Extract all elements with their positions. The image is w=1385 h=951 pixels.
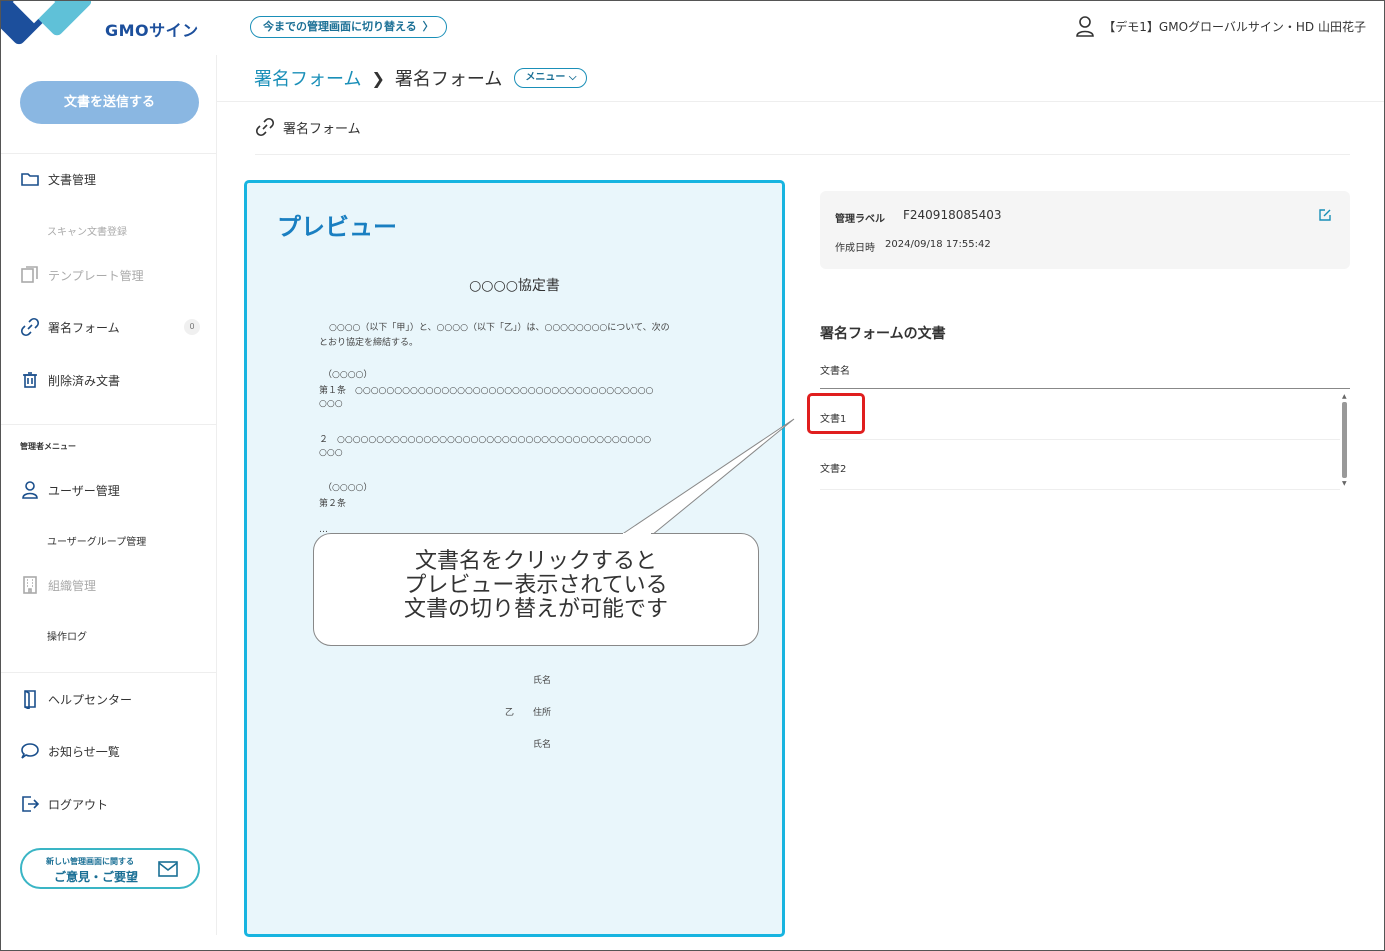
document-row[interactable]: 文書1: [820, 390, 1340, 440]
sidebar-divider: [1, 672, 217, 673]
chevron-right-icon: 〉: [422, 20, 434, 33]
callout-text-line: 文書の切り替えが可能です: [403, 597, 668, 622]
page-title-text: 署名フォーム: [283, 121, 361, 137]
user-name: 【デモ1】GMOグローバルサイン・HD 山田花子: [1103, 19, 1366, 34]
edit-icon[interactable]: [1318, 208, 1332, 222]
feedback-small-text: 新しい管理画面に関する: [46, 857, 134, 866]
document-line: （○○○○）: [323, 370, 373, 380]
sidebar-item-deleted-documents[interactable]: 削除済み文書: [20, 368, 200, 392]
breadcrumb-current: 署名フォーム: [394, 69, 503, 90]
document-line: ○○○: [319, 448, 343, 458]
sidebar-item-user-management[interactable]: ユーザー管理: [20, 478, 200, 502]
user-icon: [22, 481, 38, 499]
send-document-button[interactable]: 文書を送信する: [20, 81, 199, 124]
document-line: ○○○○（以下「甲」）と、○○○○（以下「乙」）は、○○○○○○○○について、次…: [329, 323, 670, 333]
sidebar-item-label: テンプレート管理: [48, 268, 144, 283]
sidebar-item-label: お知らせ一覧: [48, 744, 120, 759]
document-name-column-header: 文書名: [820, 366, 850, 377]
page-title: 署名フォーム: [255, 117, 361, 137]
sidebar-item-label: 削除済み文書: [48, 373, 121, 388]
user-menu[interactable]: 【デモ1】GMOグローバルサイン・HD 山田花子: [1075, 15, 1366, 37]
switch-legacy-ui-label: 今までの管理画面に切り替える: [263, 20, 417, 33]
document-row[interactable]: 文書2: [820, 440, 1340, 490]
sidebar-item-label: ヘルプセンター: [48, 692, 133, 707]
document-title: ○○○○協定書: [469, 278, 560, 294]
sidebar-item-scan-registration[interactable]: スキャン文書登録: [47, 223, 127, 238]
link-icon: [20, 317, 40, 337]
admin-menu-heading: 管理者メニュー: [20, 442, 76, 451]
management-label-title: 管理ラベル: [835, 214, 885, 225]
highlight-annotation: [807, 393, 865, 434]
document-line: ○○○: [319, 399, 343, 409]
sidebar-item-org-management[interactable]: 組織管理: [20, 573, 200, 597]
folder-icon: [21, 173, 39, 186]
breadcrumb-parent-link[interactable]: 署名フォーム: [254, 65, 361, 91]
trash-icon: [23, 372, 37, 388]
signature-name-label: 氏名: [533, 740, 552, 750]
breadcrumb: 署名フォーム ❯ 署名フォーム メニュー ⌵: [254, 65, 588, 91]
sidebar-item-label: 署名フォーム: [48, 320, 120, 335]
sidebar-item-notices[interactable]: お知らせ一覧: [20, 739, 200, 763]
switch-legacy-ui-button[interactable]: 今までの管理画面に切り替える〉: [250, 16, 447, 38]
document-line: 第１条 ○○○○○○○○○○○○○○○○○○○○○○○○○○○○○○○○○○○○…: [319, 386, 654, 396]
sidebar-item-label: ログアウト: [48, 797, 109, 812]
form-documents-heading: 署名フォームの文書: [820, 326, 946, 342]
sidebar-item-logout[interactable]: ログアウト: [20, 792, 200, 816]
callout-text-line: プレビュー表示されている: [404, 573, 668, 598]
sidebar-item-signature-form[interactable]: 署名フォーム 0: [20, 315, 200, 339]
building-icon: [23, 576, 37, 594]
menu-label: メニュー: [525, 72, 566, 83]
feedback-button[interactable]: 新しい管理画面に関する ご意見・ご要望: [20, 848, 200, 889]
chevron-down-icon: ⌵: [568, 72, 577, 83]
sidebar: 文書を送信する 文書管理 スキャン文書登録 テンプレート管理 署名フォーム 0 …: [1, 55, 217, 935]
document-name[interactable]: 文書2: [820, 460, 846, 475]
header-divider: [217, 101, 1384, 102]
signature-name-label: 氏名: [533, 676, 552, 686]
signature-party-label: 乙: [505, 708, 515, 718]
document-line: ２ ○○○○○○○○○○○○○○○○○○○○○○○○○○○○○○○○○○○○○○…: [319, 435, 652, 445]
created-at-label: 作成日時: [835, 243, 875, 254]
created-at-value: 2024/09/18 17:55:42: [885, 239, 991, 250]
gmo-logo-mark: [1, 1, 91, 45]
gmo-sign-logo[interactable]: GMOサイン: [105, 17, 199, 41]
sidebar-item-help-center[interactable]: ヘルプセンター: [20, 687, 200, 711]
sidebar-item-label: 組織管理: [48, 578, 97, 593]
document-line: とおり協定を締結する。: [319, 338, 419, 348]
feedback-large-text: ご意見・ご要望: [54, 870, 139, 884]
mail-icon: [158, 861, 178, 877]
management-label-value: F240918085403: [903, 208, 1002, 222]
document-line: （○○○○）: [323, 483, 373, 493]
template-icon: [21, 266, 38, 283]
title-divider: [255, 154, 1350, 155]
menu-dropdown-button[interactable]: メニュー ⌵: [514, 68, 588, 88]
signature-address-label: 住所: [533, 708, 552, 718]
sidebar-divider: [1, 153, 217, 154]
book-icon: [24, 690, 36, 709]
sidebar-item-label: 文書管理: [48, 172, 97, 187]
form-info-card: 管理ラベル F240918085403 作成日時 2024/09/18 17:5…: [820, 191, 1350, 269]
document-line: 第２条: [319, 499, 347, 509]
callout-text-line: 文書名をクリックすると: [414, 549, 657, 574]
scrollbar-thumb[interactable]: [1342, 402, 1347, 478]
sidebar-item-user-group-management[interactable]: ユーザーグループ管理: [47, 533, 146, 548]
scroll-up-icon[interactable]: ▲: [1342, 393, 1347, 400]
logout-icon: [22, 796, 40, 812]
signature-form-count-badge: 0: [184, 319, 200, 335]
sidebar-item-document-management[interactable]: 文書管理: [20, 167, 200, 191]
table-header-divider: [820, 388, 1350, 389]
link-icon: [255, 117, 275, 137]
preview-title: プレビュー: [277, 213, 397, 241]
chevron-right-icon: ❯: [371, 68, 385, 88]
sidebar-item-operation-log[interactable]: 操作ログ: [47, 628, 87, 643]
sidebar-divider: [1, 424, 217, 425]
app-header: GMOサイン 今までの管理画面に切り替える〉 【デモ1】GMOグローバルサイン・…: [1, 1, 1384, 55]
tooltip-callout: 文書名をクリックすると プレビュー表示されている 文書の切り替えが可能です: [313, 533, 759, 646]
sidebar-item-template-management[interactable]: テンプレート管理: [20, 263, 200, 287]
user-icon: [1076, 16, 1095, 37]
sidebar-item-label: ユーザー管理: [48, 483, 120, 498]
chat-bubble-icon: [21, 743, 39, 759]
scroll-down-icon[interactable]: ▼: [1342, 480, 1347, 487]
